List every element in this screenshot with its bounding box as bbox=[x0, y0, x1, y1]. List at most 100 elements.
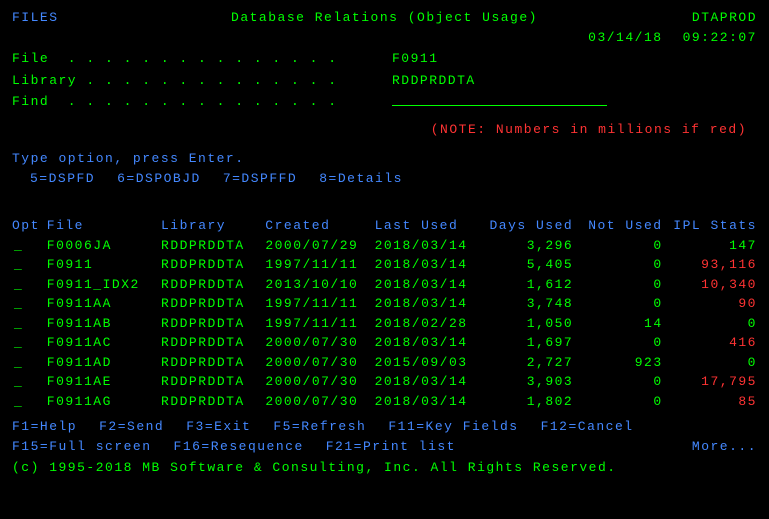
cell-lastused: 2018/03/14 bbox=[375, 255, 479, 275]
cell-lastused: 2015/09/03 bbox=[375, 353, 479, 373]
cell-daysused: 1,050 bbox=[479, 314, 573, 334]
cell-library: RDDPRDDTA bbox=[161, 314, 265, 334]
library-input[interactable]: RDDPRDDTA bbox=[392, 71, 612, 91]
cell-file: F0911_IDX2 bbox=[47, 275, 161, 295]
cell-created: 1997/11/11 bbox=[265, 255, 374, 275]
table-row: _F0911AERDDPRDDTA2000/07/302018/03/143,9… bbox=[12, 372, 757, 392]
cell-file: F0911AG bbox=[47, 392, 161, 412]
cell-ipl: 17,795 bbox=[663, 372, 757, 392]
option-input[interactable]: _ bbox=[12, 314, 47, 334]
cell-library: RDDPRDDTA bbox=[161, 392, 265, 412]
page-title: Database Relations (Object Usage) bbox=[132, 8, 637, 28]
cell-ipl: 10,340 bbox=[663, 275, 757, 295]
cell-created: 2000/07/29 bbox=[265, 236, 374, 256]
col-ipl: IPL Stats bbox=[663, 216, 757, 236]
cell-created: 1997/11/11 bbox=[265, 314, 374, 334]
fkey-fullscreen[interactable]: F15=Full screen bbox=[12, 437, 152, 457]
cell-library: RDDPRDDTA bbox=[161, 236, 265, 256]
option-input[interactable]: _ bbox=[12, 275, 47, 295]
option-input[interactable]: _ bbox=[12, 236, 47, 256]
col-lastused: Last Used bbox=[375, 216, 479, 236]
table-row: _F0911RDDPRDDTA1997/11/112018/03/145,405… bbox=[12, 255, 757, 275]
cell-lastused: 2018/03/14 bbox=[375, 392, 479, 412]
cell-file: F0911AC bbox=[47, 333, 161, 353]
fkey-exit[interactable]: F3=Exit bbox=[186, 417, 251, 437]
cell-ipl: 93,116 bbox=[663, 255, 757, 275]
cell-file: F0911AA bbox=[47, 294, 161, 314]
cell-library: RDDPRDDTA bbox=[161, 294, 265, 314]
cell-library: RDDPRDDTA bbox=[161, 333, 265, 353]
table-row: _F0911_IDX2RDDPRDDTA2013/10/102018/03/14… bbox=[12, 275, 757, 295]
cell-notused: 0 bbox=[573, 392, 662, 412]
option-input[interactable]: _ bbox=[12, 392, 47, 412]
col-notused: Not Used bbox=[573, 216, 662, 236]
cell-daysused: 1,802 bbox=[479, 392, 573, 412]
table-row: _F0911AGRDDPRDDTA2000/07/302018/03/141,8… bbox=[12, 392, 757, 412]
cell-created: 2000/07/30 bbox=[265, 333, 374, 353]
option-details: 8=Details bbox=[319, 169, 403, 189]
option-dspobjd: 6=DSPOBJD bbox=[117, 169, 201, 189]
cell-library: RDDPRDDTA bbox=[161, 275, 265, 295]
find-label: Find . . . . . . . . . . . . . . . bbox=[12, 92, 392, 112]
option-input[interactable]: _ bbox=[12, 294, 47, 314]
cell-lastused: 2018/03/14 bbox=[375, 294, 479, 314]
fkey-printlist[interactable]: F21=Print list bbox=[326, 437, 456, 457]
cell-lastused: 2018/02/28 bbox=[375, 314, 479, 334]
table-row: _F0006JARDDPRDDTA2000/07/292018/03/143,2… bbox=[12, 236, 757, 256]
fkey-help[interactable]: F1=Help bbox=[12, 417, 77, 437]
cell-lastused: 2018/03/14 bbox=[375, 372, 479, 392]
option-input[interactable]: _ bbox=[12, 372, 47, 392]
option-input[interactable]: _ bbox=[12, 255, 47, 275]
cell-daysused: 5,405 bbox=[479, 255, 573, 275]
cell-daysused: 3,903 bbox=[479, 372, 573, 392]
cell-ipl: 416 bbox=[663, 333, 757, 353]
file-input[interactable]: F0911 bbox=[392, 49, 612, 69]
fkey-cancel[interactable]: F12=Cancel bbox=[541, 417, 634, 437]
note-text: (NOTE: Numbers in millions if red) bbox=[12, 120, 757, 140]
cell-notused: 923 bbox=[573, 353, 662, 373]
cell-file: F0911AB bbox=[47, 314, 161, 334]
table-header: Opt File Library Created Last Used Days … bbox=[12, 216, 757, 236]
cell-file: F0911AD bbox=[47, 353, 161, 373]
cell-notused: 0 bbox=[573, 294, 662, 314]
table-row: _F0911ABRDDPRDDTA1997/11/112018/02/281,0… bbox=[12, 314, 757, 334]
cell-ipl: 147 bbox=[663, 236, 757, 256]
fkey-refresh[interactable]: F5=Refresh bbox=[273, 417, 366, 437]
cell-library: RDDPRDDTA bbox=[161, 353, 265, 373]
option-input[interactable]: _ bbox=[12, 353, 47, 373]
table-row: _F0911AARDDPRDDTA1997/11/112018/03/143,7… bbox=[12, 294, 757, 314]
option-dspfd: 5=DSPFD bbox=[30, 169, 95, 189]
fkey-resequence[interactable]: F16=Resequence bbox=[174, 437, 304, 457]
cell-notused: 0 bbox=[573, 236, 662, 256]
cell-notused: 0 bbox=[573, 372, 662, 392]
file-label: File . . . . . . . . . . . . . . . bbox=[12, 49, 392, 69]
col-library: Library bbox=[161, 216, 265, 236]
cell-daysused: 1,697 bbox=[479, 333, 573, 353]
cell-notused: 0 bbox=[573, 275, 662, 295]
find-input[interactable] bbox=[392, 92, 607, 106]
col-file: File bbox=[47, 216, 161, 236]
cell-created: 1997/11/11 bbox=[265, 294, 374, 314]
screen-id: FILES bbox=[12, 8, 132, 28]
cell-lastused: 2018/03/14 bbox=[375, 275, 479, 295]
cell-ipl: 90 bbox=[663, 294, 757, 314]
time: 09:22:07 bbox=[683, 28, 757, 48]
option-input[interactable]: _ bbox=[12, 333, 47, 353]
col-created: Created bbox=[265, 216, 374, 236]
more-indicator: More... bbox=[692, 437, 757, 457]
cell-file: F0911AE bbox=[47, 372, 161, 392]
cell-file: F0911 bbox=[47, 255, 161, 275]
table-row: _F0911ADRDDPRDDTA2000/07/302015/09/032,7… bbox=[12, 353, 757, 373]
cell-notused: 14 bbox=[573, 314, 662, 334]
cell-lastused: 2018/03/14 bbox=[375, 333, 479, 353]
cell-ipl: 0 bbox=[663, 314, 757, 334]
cell-library: RDDPRDDTA bbox=[161, 372, 265, 392]
cell-file: F0006JA bbox=[47, 236, 161, 256]
cell-lastused: 2018/03/14 bbox=[375, 236, 479, 256]
fkey-keyfields[interactable]: F11=Key Fields bbox=[388, 417, 518, 437]
fkey-send[interactable]: F2=Send bbox=[99, 417, 164, 437]
cell-daysused: 3,748 bbox=[479, 294, 573, 314]
cell-created: 2000/07/30 bbox=[265, 392, 374, 412]
cell-ipl: 0 bbox=[663, 353, 757, 373]
instructions: Type option, press Enter. bbox=[12, 149, 757, 169]
